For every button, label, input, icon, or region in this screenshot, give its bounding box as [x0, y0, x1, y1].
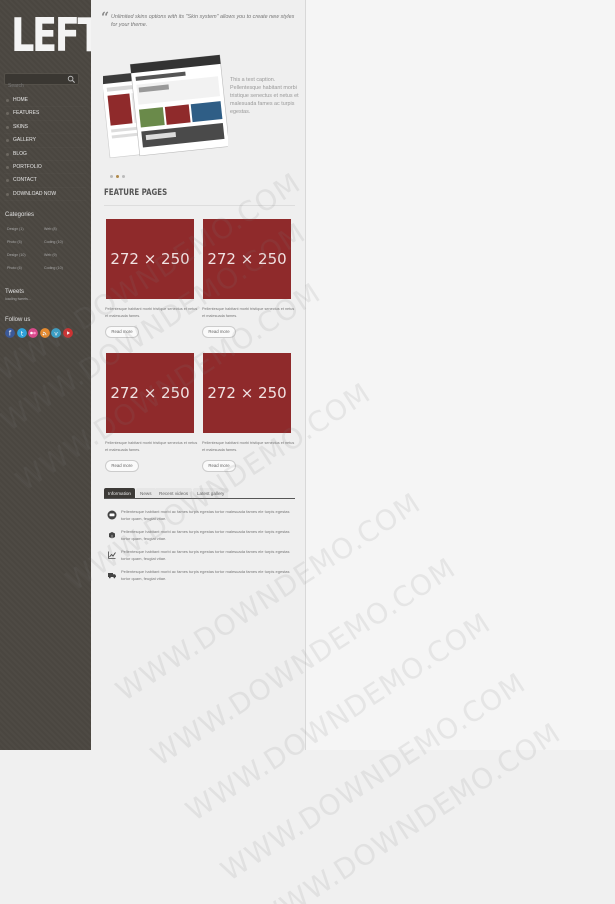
search-input[interactable]: [5, 81, 67, 91]
youtube-icon[interactable]: [62, 328, 73, 338]
info-text: Pellentesque habitant morbi ac fames tur…: [121, 509, 290, 521]
nav-item-download[interactable]: Download now: [4, 188, 86, 201]
slider-caption: This a text caption. Pellentesque habita…: [230, 77, 299, 115]
category-link[interactable]: Coding (10): [44, 239, 84, 245]
info-item: Pellentesque habitant morbi ac fames tur…: [105, 528, 295, 544]
read-more-button[interactable]: Read more: [202, 460, 236, 472]
category-link[interactable]: Photo (6): [7, 265, 44, 271]
facebook-icon[interactable]: f: [5, 328, 15, 338]
feature-text: Pellentesque habitant morbi tristique se…: [202, 307, 295, 318]
twitter-icon[interactable]: t: [16, 328, 27, 338]
tweets-text: loading tweets...: [5, 297, 31, 301]
slider-dot[interactable]: [122, 175, 125, 178]
slider-dot[interactable]: [110, 175, 113, 178]
site-logo[interactable]: LEFT: [11, 12, 103, 58]
category-link[interactable]: Photo (5): [7, 239, 44, 245]
read-more-button[interactable]: Read more: [105, 460, 139, 472]
info-text: Pellentesque habitant morbi ac fames tur…: [121, 529, 290, 541]
chart-icon: [108, 551, 116, 559]
nav-item-gallery[interactable]: Gallery: [4, 134, 86, 147]
read-more-button[interactable]: Read more: [202, 326, 236, 338]
feature-thumbnail[interactable]: 272 × 250: [203, 353, 291, 433]
feature-thumbnail[interactable]: 272 × 250: [106, 353, 194, 433]
nav-item-blog[interactable]: Blog: [4, 148, 86, 161]
categories-list: Design (1) Web (8) Photo (5) Coding (10)…: [7, 226, 87, 271]
feature-thumbnail[interactable]: 272 × 250: [203, 219, 291, 299]
right-background: [306, 0, 615, 750]
content-border: [305, 0, 306, 750]
social-icons: f t v: [5, 328, 73, 338]
category-link[interactable]: Design (10): [7, 252, 44, 258]
feature-thumbnail[interactable]: 272 × 250: [106, 219, 194, 299]
search-icon[interactable]: [67, 75, 76, 84]
feature-text: Pellentesque habitant morbi tristique se…: [105, 441, 198, 452]
info-text: Pellentesque habitant morbi ac fames tur…: [121, 569, 290, 581]
chat-icon: [107, 510, 117, 520]
read-more-button[interactable]: Read more: [105, 326, 139, 338]
tweets-heading: Tweets: [5, 289, 25, 295]
nav-item-features[interactable]: Features: [4, 107, 86, 120]
follow-heading: Follow us: [5, 317, 31, 323]
nav-item-portfolio[interactable]: Portfolio: [4, 161, 86, 174]
main-nav: Home Features Skins Gallery Blog Portfol…: [4, 94, 86, 201]
info-item: Pellentesque habitant morbi ac fames tur…: [105, 508, 295, 524]
quote-mark-icon: “: [101, 10, 110, 26]
tabs-underline: [104, 498, 295, 499]
search-box: [4, 73, 79, 91]
sidebar: LEFT Home Features Skins Gallery Blog Po…: [0, 0, 103, 750]
category-link[interactable]: Coding (10): [44, 265, 84, 271]
info-item: Pellentesque habitant morbi ac fames tur…: [105, 568, 295, 584]
slider-pagination: [110, 175, 125, 178]
category-link[interactable]: Web (9): [44, 252, 84, 258]
category-link[interactable]: Web (8): [44, 226, 84, 232]
svg-text:v: v: [54, 330, 58, 337]
info-text: Pellentesque habitant morbi ac fames tur…: [121, 549, 290, 561]
feature-text: Pellentesque habitant morbi tristique se…: [105, 307, 198, 318]
box-icon: [109, 532, 115, 539]
vimeo-icon[interactable]: v: [51, 328, 61, 338]
feature-text: Pellentesque habitant morbi tristique se…: [202, 441, 295, 452]
divider: [104, 205, 295, 206]
nav-item-contact[interactable]: Contact: [4, 174, 86, 187]
feature-pages-title: FEATURE PAGES: [104, 188, 168, 198]
nav-item-skins[interactable]: Skins: [4, 121, 86, 134]
info-item: Pellentesque habitant morbi ac fames tur…: [105, 548, 295, 564]
rss-icon[interactable]: [39, 328, 50, 338]
slider-dot-active[interactable]: [116, 175, 119, 178]
categories-heading: Categories: [5, 212, 35, 218]
slider-image[interactable]: [103, 52, 228, 162]
category-link[interactable]: Design (1): [7, 226, 44, 232]
flickr-icon[interactable]: [28, 328, 38, 338]
nav-item-home[interactable]: Home: [4, 94, 86, 107]
truck-icon: [108, 573, 116, 579]
intro-quote: Unlimited skins options with its "Skin s…: [111, 14, 295, 28]
